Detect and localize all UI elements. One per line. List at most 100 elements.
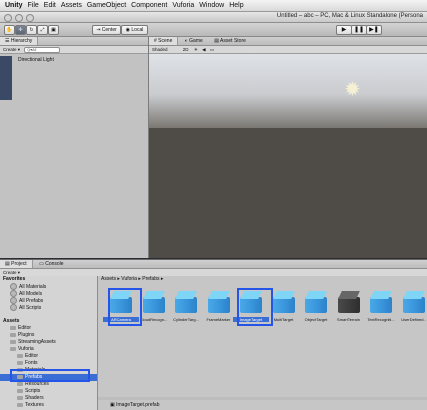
shading-dropdown[interactable]: Shaded: [152, 47, 168, 52]
effects-icon[interactable]: ▭: [210, 47, 214, 52]
rotate-tool-button[interactable]: ↻: [26, 25, 37, 35]
pause-button[interactable]: ❚❚: [351, 25, 367, 35]
tree-item[interactable]: Fonts: [0, 360, 97, 367]
globe-icon: ◉: [126, 27, 130, 33]
hierarchy-item[interactable]: Directional Light: [0, 54, 148, 63]
folder-icon: [10, 340, 16, 344]
tree-item[interactable]: Shaders: [0, 395, 97, 402]
scene-ground: [149, 128, 427, 258]
folder-icon: [17, 403, 23, 407]
light-icon[interactable]: ☀: [194, 47, 198, 52]
tree-section-header[interactable]: Assets: [0, 318, 97, 325]
status-bar: ▣ ImageTarget.prefab: [110, 402, 159, 408]
rotate-icon: ↻: [29, 27, 33, 33]
minimize-window-button[interactable]: [15, 14, 23, 22]
tree-item[interactable]: All Models: [0, 290, 97, 297]
step-button[interactable]: ▶❚: [366, 25, 382, 35]
audio-icon[interactable]: ◀: [202, 47, 205, 52]
hand-tool-button[interactable]: ✋: [4, 25, 15, 35]
menu-assets[interactable]: Assets: [61, 2, 82, 9]
tree-item-label: Fonts: [25, 360, 38, 366]
hierarchy-create-dropdown[interactable]: Create ▾: [3, 47, 20, 52]
zoom-window-button[interactable]: [26, 14, 34, 22]
menu-edit[interactable]: Edit: [44, 2, 56, 9]
tree-item-label: All Prefabs: [19, 298, 43, 304]
tree-item[interactable]: StreamingAssets: [0, 339, 97, 346]
app-menu[interactable]: Unity: [5, 2, 23, 9]
folder-prefab-icon: [338, 291, 360, 313]
tree-item-label: Textures: [25, 402, 44, 408]
tree-item-label: Favorites: [3, 276, 25, 282]
tab-console[interactable]: ▭ Console: [34, 260, 68, 268]
tree-item[interactable]: Resources: [0, 381, 97, 388]
tree-item[interactable]: All Materials: [0, 283, 97, 290]
tree-item[interactable]: Editor: [0, 325, 97, 332]
asset-label: CylinderTarg...: [168, 317, 204, 322]
folder-icon: [17, 354, 23, 358]
tree-item[interactable]: Scripts: [0, 388, 97, 395]
close-window-button[interactable]: [4, 14, 12, 22]
pivot-toggle[interactable]: ⇥ Center: [92, 25, 121, 35]
menu-vuforia[interactable]: Vuforia: [172, 2, 194, 9]
horizontal-scrollbar[interactable]: [98, 397, 427, 400]
menu-file[interactable]: File: [28, 2, 39, 9]
tree-section-header[interactable]: Favorites: [0, 276, 97, 283]
hierarchy-search-input[interactable]: Q▾All: [24, 47, 60, 53]
folder-icon: [10, 347, 16, 351]
move-tool-button[interactable]: ✛: [15, 25, 26, 35]
rect-icon: ▣: [51, 27, 56, 33]
asset-item[interactable]: FrameMarker: [201, 287, 237, 331]
menu-help[interactable]: Help: [229, 2, 243, 9]
tree-item[interactable]: Textures: [0, 402, 97, 409]
tab-project[interactable]: ▤ Project: [0, 260, 33, 268]
scale-tool-button[interactable]: ⤢: [37, 25, 48, 35]
tab-asset-store[interactable]: ▤ Asset Store: [209, 37, 251, 45]
asset-label: UserDefined..: [396, 317, 427, 322]
asset-item[interactable]: UserDefined..: [396, 287, 427, 331]
asset-item[interactable]: CylinderTarg...: [168, 287, 204, 331]
play-button[interactable]: ▶: [336, 25, 352, 35]
tree-item-label: Plugins: [18, 332, 34, 338]
window-title: Untitled – abc – PC, Mac & Linux Standal…: [277, 13, 423, 19]
highlight-box-arcamera: [108, 288, 142, 326]
breadcrumb[interactable]: Assets ▸ Vuforia ▸ Prefabs ▸: [101, 276, 163, 282]
tree-item-label: Scripts: [25, 388, 40, 394]
tab-game[interactable]: ◐ Game: [180, 37, 208, 45]
project-icon: ▤: [5, 261, 10, 267]
folder-icon: [17, 382, 23, 386]
menu-bar: Unity File Edit Assets GameObject Compon…: [0, 0, 427, 12]
project-panel: ▤ Project ▭ Console Create ▾ FavoritesAl…: [0, 259, 427, 410]
tree-item[interactable]: Vuforia: [0, 346, 97, 353]
asset-item[interactable]: ObjectTarget: [298, 287, 334, 331]
console-icon: ▭: [39, 261, 44, 267]
tree-item[interactable]: Plugins: [0, 332, 97, 339]
tree-item-label: Assets: [3, 318, 19, 324]
hand-icon: ✋: [6, 27, 12, 33]
mode-2d-toggle[interactable]: 2D: [183, 47, 189, 52]
asset-label: SmartTerrain: [331, 317, 367, 322]
menu-component[interactable]: Component: [131, 2, 167, 9]
tree-item-label: All Scripts: [19, 305, 41, 311]
tree-item[interactable]: All Scripts: [0, 304, 97, 311]
space-label: Local: [131, 27, 143, 33]
menu-gameobject[interactable]: GameObject: [87, 2, 126, 9]
tab-hierarchy[interactable]: ☰ Hierarchy: [0, 37, 38, 45]
hierarchy-header: ☰ Hierarchy: [0, 37, 148, 46]
asset-item[interactable]: SmartTerrain: [331, 287, 367, 331]
prefab-cube-icon: [370, 291, 392, 313]
asset-item[interactable]: TextRecogniti...: [363, 287, 399, 331]
tree-item: [0, 311, 97, 318]
directional-light-gizmo-icon[interactable]: ✹: [344, 80, 361, 100]
folder-icon: [10, 333, 16, 337]
rect-tool-button[interactable]: ▣: [48, 25, 59, 35]
menu-window[interactable]: Window: [199, 2, 224, 9]
tree-item[interactable]: Editor: [0, 353, 97, 360]
pivot-label: Center: [102, 27, 117, 33]
scene-skybox: [149, 54, 427, 128]
tab-scene[interactable]: # Scene: [149, 37, 178, 45]
search-favorite-icon: [10, 297, 17, 304]
space-toggle[interactable]: ◉ Local: [121, 25, 148, 35]
project-create-dropdown[interactable]: Create ▾: [3, 270, 20, 275]
tree-item-label: Editor: [25, 353, 38, 359]
tree-item[interactable]: All Prefabs: [0, 297, 97, 304]
